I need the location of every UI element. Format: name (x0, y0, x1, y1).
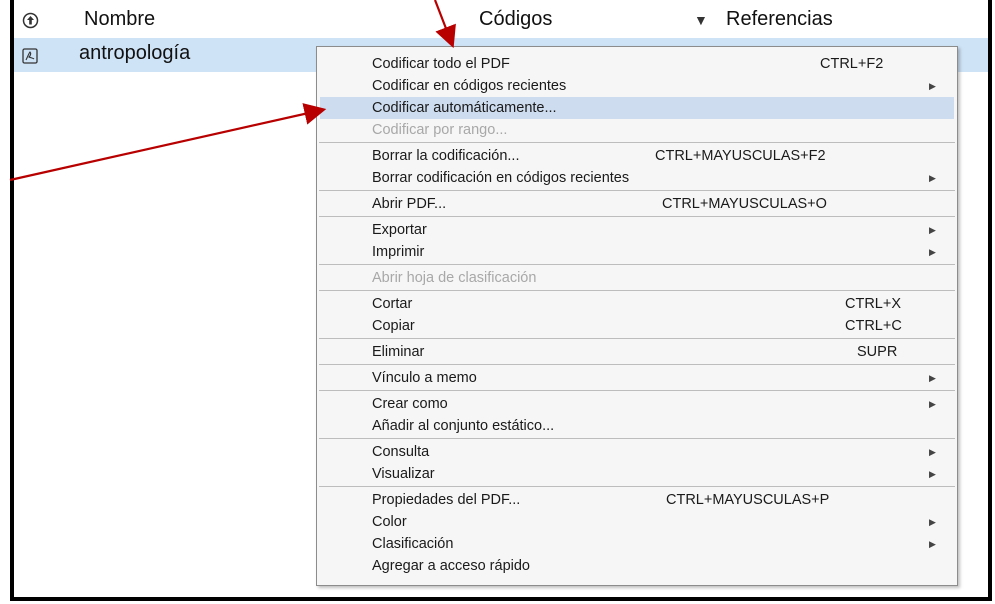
annotation-arrow-down (433, 0, 456, 49)
annotation-arrow-left (9, 103, 327, 182)
annotation-arrows (9, 0, 456, 182)
